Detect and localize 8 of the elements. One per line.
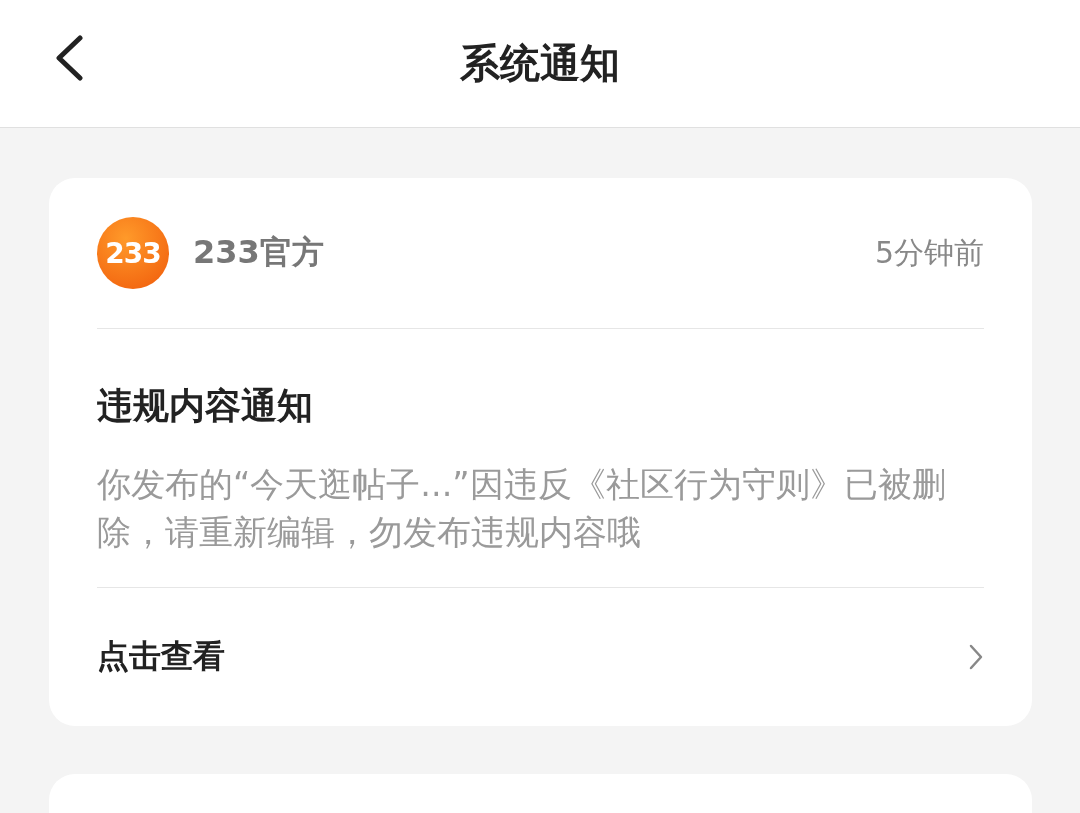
timestamp: 5分钟前	[874, 233, 984, 272]
view-link[interactable]: 点击查看	[97, 588, 984, 726]
page-title: 系统通知	[460, 39, 620, 88]
chevron-right-icon	[968, 643, 984, 671]
notification-title: 违规内容通知	[97, 384, 314, 428]
notification-text: 你发布的“今天逛帖子...”因违反《社区行为守则》已被删除，请重新编辑，勿发布违规内容哦	[97, 464, 947, 554]
sender-logo: 233	[97, 217, 169, 289]
sender-name: 233官方	[193, 232, 324, 273]
